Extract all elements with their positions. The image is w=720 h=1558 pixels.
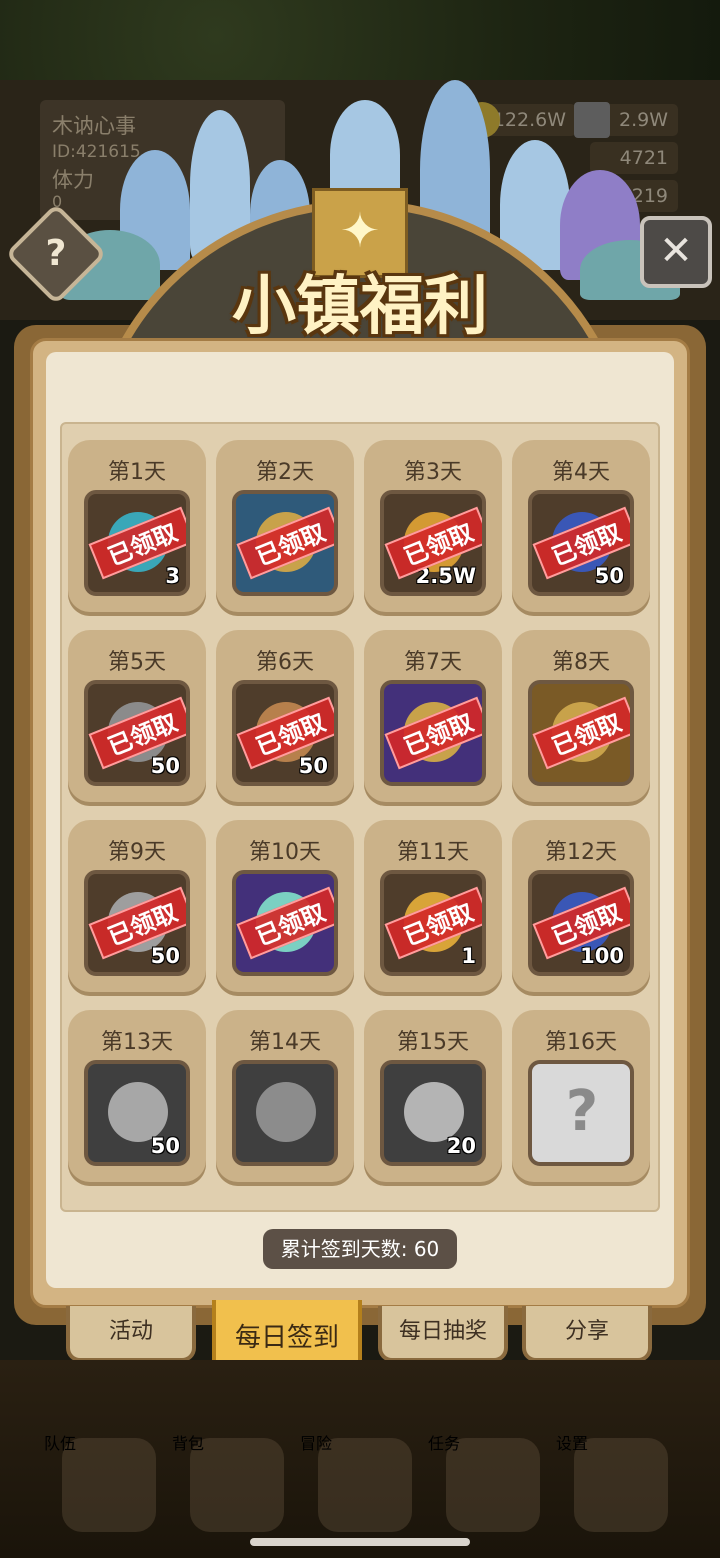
player-name: 木讷心事	[52, 114, 136, 138]
day-label: 第2天	[256, 460, 314, 485]
help-icon: ?	[45, 233, 67, 274]
reward-card-day-12[interactable]: 第12天 100 已领取	[512, 820, 650, 996]
tab-activity[interactable]: 活动	[66, 1306, 196, 1362]
reward-slot: ?	[528, 1060, 634, 1166]
reward-slot: 2.5W 已领取	[380, 490, 486, 596]
reward-card-day-14[interactable]: 第14天	[216, 1010, 354, 1186]
reward-quantity: 3	[165, 564, 180, 588]
day-label: 第6天	[256, 650, 314, 675]
reward-slot: 50	[84, 1060, 190, 1166]
day-label: 第15天	[397, 1030, 469, 1055]
gold-counter: 122.6W	[464, 102, 576, 138]
day-label: 第4天	[552, 460, 610, 485]
reward-card-day-16[interactable]: 第16天?	[512, 1010, 650, 1186]
resource-value-2: 4721	[619, 147, 668, 169]
reward-quantity: 50	[298, 754, 328, 778]
day-label: 第11天	[397, 840, 469, 865]
iron-value: 2.9W	[618, 109, 668, 131]
reward-slot: 已领取	[528, 680, 634, 786]
player-id: ID:421615	[52, 142, 141, 162]
nav-team-label: 队伍	[44, 1434, 77, 1453]
reward-slot: 20	[380, 1060, 486, 1166]
day-label: 第13天	[101, 1030, 173, 1055]
reward-card-day-8[interactable]: 第8天已领取	[512, 630, 650, 806]
reward-card-day-6[interactable]: 第6天 50 已领取	[216, 630, 354, 806]
day-label: 第16天	[545, 1030, 617, 1055]
reward-card-day-15[interactable]: 第15天 20	[364, 1010, 502, 1186]
reward-slot: 50 已领取	[528, 490, 634, 596]
backpack-icon	[256, 1082, 316, 1142]
day-label: 第1天	[108, 460, 166, 485]
day-label: 第8天	[552, 650, 610, 675]
stamina-label: 体力	[52, 168, 94, 192]
reward-quantity: 50	[150, 944, 180, 968]
total-signin-days: 累计签到天数: 60	[263, 1229, 457, 1269]
day-label: 第7天	[404, 650, 462, 675]
reward-card-day-1[interactable]: 第1天 3 已领取	[68, 440, 206, 616]
day-label: 第5天	[108, 650, 166, 675]
reward-quantity: 1	[461, 944, 476, 968]
popup-title: 小镇福利	[232, 270, 488, 344]
close-icon: ✕	[659, 228, 693, 274]
reward-slot: 50 已领取	[232, 680, 338, 786]
reward-card-day-10[interactable]: 第10天已领取	[216, 820, 354, 996]
rune-stone-icon	[404, 1082, 464, 1142]
gold-value: 122.6W	[492, 109, 566, 131]
day-label: 第10天	[249, 840, 321, 865]
day-label: 第14天	[249, 1030, 321, 1055]
star-icon: ✦	[339, 203, 381, 259]
reward-card-day-3[interactable]: 第3天 2.5W 已领取	[364, 440, 502, 616]
tab-share[interactable]: 分享	[522, 1306, 652, 1362]
reward-card-day-4[interactable]: 第4天 50 已领取	[512, 440, 650, 616]
nav-settings-label: 设置	[556, 1434, 589, 1453]
day-label: 第12天	[545, 840, 617, 865]
reward-card-day-9[interactable]: 第9天 50 已领取	[68, 820, 206, 996]
reward-card-day-11[interactable]: 第11天 1 已领取	[364, 820, 502, 996]
forest-background	[0, 0, 720, 90]
mystery-question-icon: ?	[565, 1079, 599, 1144]
home-indicator[interactable]	[250, 1538, 470, 1546]
close-button[interactable]: ✕	[640, 216, 712, 288]
tab-daily-lottery[interactable]: 每日抽奖	[378, 1306, 508, 1362]
reward-slot: 50 已领取	[84, 870, 190, 976]
reward-slot: 1 已领取	[380, 870, 486, 976]
iron-counter: 2.9W	[574, 102, 678, 138]
reward-card-day-2[interactable]: 第2天已领取	[216, 440, 354, 616]
reward-slot: 50 已领取	[84, 680, 190, 786]
reward-quantity: 100	[580, 944, 624, 968]
reward-quantity: 20	[446, 1134, 476, 1158]
day-label: 第9天	[108, 840, 166, 865]
reward-card-day-7[interactable]: 第7天已领取	[364, 630, 502, 806]
reward-slot: 3 已领取	[84, 490, 190, 596]
iron-ingot-icon	[574, 102, 610, 138]
reward-card-day-13[interactable]: 第13天 50	[68, 1010, 206, 1186]
reward-slot: 已领取	[232, 870, 338, 976]
reward-slot: 已领取	[232, 490, 338, 596]
wood-log-icon	[108, 1082, 168, 1142]
reward-card-day-5[interactable]: 第5天 50 已领取	[68, 630, 206, 806]
reward-quantity: 50	[150, 754, 180, 778]
reward-quantity: 50	[150, 1134, 180, 1158]
reward-slot: 100 已领取	[528, 870, 634, 976]
day-label: 第3天	[404, 460, 462, 485]
reward-slot	[232, 1060, 338, 1166]
reward-slot: 已领取	[380, 680, 486, 786]
reward-quantity: 50	[594, 564, 624, 588]
